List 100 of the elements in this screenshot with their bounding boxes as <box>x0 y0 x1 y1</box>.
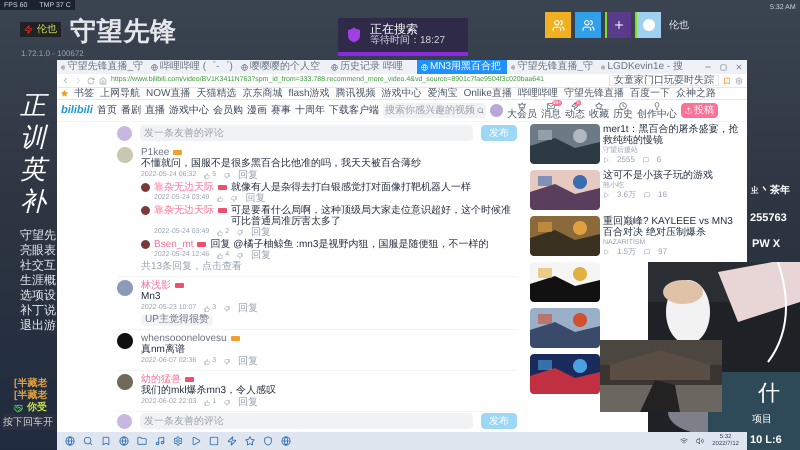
store-icon[interactable] <box>101 436 111 446</box>
nav-action-icon[interactable] <box>652 102 661 110</box>
browser-tab[interactable]: 哔哩哔哩 (゜-゜) <box>147 60 237 74</box>
menu-item[interactable]: 生涯概 <box>20 273 56 288</box>
play-icon[interactable] <box>191 436 201 446</box>
settings-icon[interactable] <box>735 76 743 84</box>
bookmark-link[interactable]: flash游戏 <box>288 88 330 98</box>
like-icon[interactable] <box>204 306 210 312</box>
video-title[interactable]: 这可不是小孩子玩的游戏 <box>603 170 741 181</box>
bookmark-link[interactable]: 腾讯视频 <box>336 88 376 98</box>
menu-item[interactable]: 亮眼表 <box>20 243 56 258</box>
nav-action-icon[interactable] <box>518 102 526 110</box>
menu-item[interactable]: 补 <box>20 188 46 214</box>
like-icon[interactable] <box>217 196 224 202</box>
menu-item[interactable]: 退出游 <box>20 318 56 333</box>
video-title[interactable]: mer1t：黑百合的屠杀盛宴，抢救纯纯的慢镜 <box>603 124 741 146</box>
music-icon[interactable] <box>155 436 165 446</box>
browser-tab[interactable]: LGDKevin1e - 搜 <box>597 60 687 74</box>
nav-link[interactable]: 赛事 <box>270 103 291 118</box>
nav-action-icon[interactable] <box>594 102 603 110</box>
nav-link[interactable]: 十周年 <box>294 103 325 118</box>
nav-link[interactable]: 会员购 <box>212 103 243 118</box>
bookmark-link[interactable]: 京东商城 <box>242 88 282 98</box>
dislike-icon[interactable] <box>231 196 238 202</box>
bookmark-link[interactable]: 爱淘宝 <box>428 88 458 98</box>
version-text: 1.72.1.0 - 100672 <box>21 48 84 60</box>
nav-action-icon[interactable] <box>570 102 579 110</box>
user-name[interactable]: P1kee <box>141 147 170 158</box>
bookmark-link[interactable]: 哔哩哔哩 <box>518 88 558 98</box>
menu-item[interactable]: 补丁说 <box>20 303 56 318</box>
nav-link[interactable]: 直播 <box>144 103 165 118</box>
star-icon[interactable] <box>245 436 255 446</box>
start-icon[interactable] <box>65 436 75 446</box>
people-icon[interactable] <box>582 18 594 32</box>
menu-item[interactable]: 选项设 <box>20 288 56 303</box>
bookmark-link[interactable]: 书签 <box>74 88 94 98</box>
plus-icon[interactable] <box>613 19 625 31</box>
bookmark-link[interactable]: Onlike直播 <box>464 88 512 98</box>
upload-icon <box>684 107 692 114</box>
nav-link[interactable]: 漫画 <box>246 103 267 118</box>
browser-tab[interactable]: 嘤嘤嘤的个人空 <box>237 60 327 74</box>
nav-action-link[interactable]: 动态 <box>564 110 585 120</box>
bookmark-link[interactable]: 游戏中心 <box>382 88 422 98</box>
globe-icon <box>511 64 516 70</box>
folder-icon[interactable] <box>137 436 147 446</box>
settings-icon[interactable] <box>173 436 183 446</box>
nav-action-icon[interactable] <box>618 102 627 110</box>
bookmark-link[interactable]: 众神之路 <box>676 88 716 98</box>
browser-icon[interactable] <box>119 436 129 446</box>
nav-link[interactable]: 番剧 <box>120 103 141 118</box>
nav-link[interactable]: 游戏中心 <box>168 103 209 118</box>
nav-action-link[interactable]: 大会员 <box>506 110 537 120</box>
bookmark-link[interactable]: 天猫精选 <box>196 88 236 98</box>
nav-link[interactable]: 下载客户端 <box>328 103 379 118</box>
bolt-icon[interactable] <box>227 436 237 446</box>
back-icon[interactable] <box>61 76 70 85</box>
bookmark-link[interactable]: 百度一下 <box>630 88 670 98</box>
add-friend-button[interactable] <box>605 12 631 38</box>
bookmark-icon[interactable] <box>723 76 731 84</box>
like-icon[interactable] <box>217 230 224 236</box>
browser-tab[interactable]: 守望先锋直播_守 <box>57 60 147 74</box>
menu-item[interactable]: 守望先 <box>20 228 56 243</box>
browser-tab[interactable]: 守望先锋直播_守 <box>507 60 597 74</box>
nav-action-link[interactable]: 创作中心 <box>636 110 677 120</box>
bookmark-link[interactable]: 守望先锋直播 <box>564 88 624 98</box>
dislike-icon[interactable] <box>224 358 230 364</box>
like-icon[interactable] <box>217 252 224 258</box>
group-search-button[interactable] <box>545 12 571 38</box>
nav-action-link[interactable]: 历史 <box>612 110 633 120</box>
nav-action-link[interactable]: 消息 <box>540 110 561 120</box>
nav-link[interactable]: 首页 <box>96 103 117 118</box>
maximize-icon[interactable] <box>720 64 727 70</box>
home-icon[interactable] <box>99 76 107 84</box>
like-icon[interactable] <box>204 172 210 178</box>
dislike-icon[interactable] <box>224 400 230 406</box>
refresh-icon[interactable] <box>87 76 95 84</box>
dislike-icon[interactable] <box>224 306 230 312</box>
browser-tab[interactable]: 历史记录 哔哩 <box>327 60 417 74</box>
user-name[interactable]: whensooonelovesu <box>141 333 227 344</box>
close-icon[interactable] <box>735 63 743 71</box>
like-icon[interactable] <box>204 358 210 364</box>
search-suggestion[interactable]: 女童家门口玩耍时失踪 <box>609 75 719 86</box>
menu-item[interactable]: 训 <box>20 124 46 150</box>
dislike-icon[interactable] <box>237 252 244 258</box>
group-button[interactable] <box>575 12 601 38</box>
forward-icon[interactable] <box>74 76 83 85</box>
nav-action-link[interactable]: 收藏 <box>588 110 609 120</box>
dislike-icon[interactable] <box>237 230 244 236</box>
like-icon[interactable] <box>204 400 210 406</box>
chat-input[interactable]: 按下回车开 <box>2 414 56 430</box>
bookmark-link[interactable]: NOW直播 <box>146 88 190 98</box>
video-title[interactable]: 重回巅峰? KAYLEEE vs MN3 百合对决 绝对压制爆杀 <box>603 216 741 238</box>
dislike-icon[interactable] <box>224 172 230 178</box>
menu-item[interactable]: 社交互 <box>20 258 56 273</box>
people-icon[interactable] <box>552 18 564 32</box>
globe-icon[interactable] <box>281 436 291 446</box>
search-icon[interactable] <box>83 436 93 446</box>
window-icon[interactable] <box>209 436 219 446</box>
shield-icon[interactable] <box>263 436 273 446</box>
bookmark-link[interactable]: 上网导航 <box>100 88 140 98</box>
